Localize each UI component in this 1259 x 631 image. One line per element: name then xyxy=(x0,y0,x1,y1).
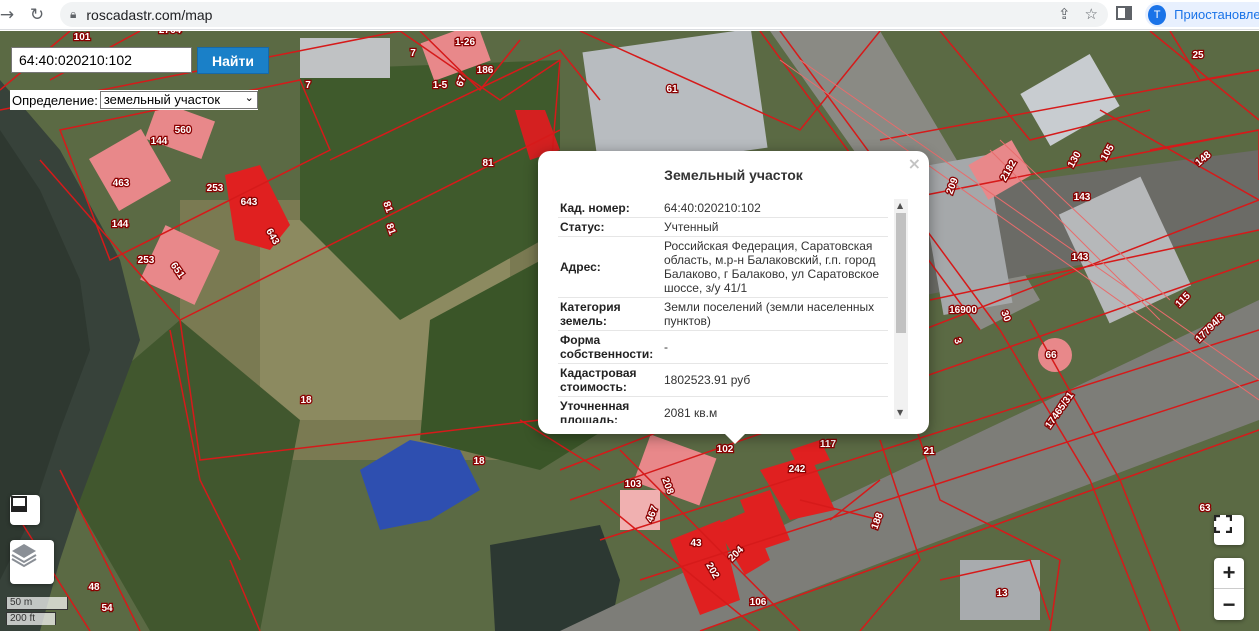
chevron-down-icon: ⌄ xyxy=(244,91,254,104)
parcel-number-label: 54 xyxy=(101,603,113,614)
url-text: roscadastr.com/map xyxy=(86,6,213,23)
parcel-number-label: 1-5 xyxy=(433,80,448,91)
info-row: Форма собственности: - xyxy=(558,330,888,364)
parcel-number-label: 242 xyxy=(789,464,806,475)
cadastral-search-input[interactable]: 64:40:020210:102 xyxy=(11,47,192,73)
info-key: Форма собственности: xyxy=(558,330,662,364)
info-value: 2081 кв.м xyxy=(662,396,888,423)
parcel-number-label: 43 xyxy=(690,538,702,549)
parcel-number-label: 643 xyxy=(241,197,258,208)
parcel-number-label: 7 xyxy=(410,48,416,59)
parcel-number-label: 81 xyxy=(482,158,494,169)
parcel-number-label: 117 xyxy=(820,439,837,450)
definition-label: Определение: xyxy=(12,92,98,108)
parcel-number-label: 253 xyxy=(207,183,224,194)
info-row: Кадастровая стоимость: 1802523.91 руб xyxy=(558,363,888,397)
layers-button[interactable] xyxy=(10,540,54,584)
parcel-number-label: 102 xyxy=(717,444,734,455)
parcel-info-table: Кад. номер: 64:40:020210:102 Статус: Учтенн… xyxy=(558,199,888,423)
browser-toolbar: → ↻ 🔒︎ roscadastr.com/map ⇪ ☆ T Приостан… xyxy=(0,0,1259,30)
zoom-out-button[interactable]: − xyxy=(1214,589,1244,620)
info-key: Адрес: xyxy=(558,236,662,298)
info-key: Кадастровая стоимость: xyxy=(558,363,662,397)
parcel-number-label: 103 xyxy=(625,479,642,490)
layers-icon xyxy=(11,544,37,568)
definition-select[interactable]: земельный участок ⌄ xyxy=(99,91,258,109)
info-value: 64:40:020210:102 xyxy=(662,199,888,218)
parcel-number-label: 106 xyxy=(750,597,767,608)
info-key: Статус: xyxy=(558,217,662,237)
avatar: T xyxy=(1148,4,1167,25)
side-panel-icon[interactable] xyxy=(1116,6,1132,20)
parcel-number-label: 7 xyxy=(305,80,311,91)
address-bar[interactable]: 🔒︎ roscadastr.com/map ⇪ ☆ xyxy=(60,2,1108,27)
parcel-number-label: 1-26 xyxy=(455,37,475,48)
bookmark-star-icon[interactable]: ☆ xyxy=(1085,5,1098,23)
info-value: 1802523.91 руб xyxy=(662,363,888,397)
info-row: Статус: Учтенный xyxy=(558,217,888,237)
info-value: Земли поселений (земли населенных пункто… xyxy=(662,297,888,331)
info-row: Адрес: Российская Федерация, Саратовская … xyxy=(558,236,888,298)
scale-feet: 200 ft xyxy=(6,612,56,625)
ruler-button[interactable] xyxy=(10,495,40,525)
forward-arrow-icon[interactable]: → xyxy=(0,2,20,28)
scale-meters: 50 m xyxy=(6,597,68,610)
definition-panel: Определение: земельный участок ⌄ xyxy=(10,90,258,110)
scroll-up-icon[interactable]: ▲ xyxy=(897,201,903,210)
scroll-down-icon[interactable]: ▼ xyxy=(897,408,903,417)
fullscreen-button[interactable] xyxy=(1214,515,1244,545)
zoom-in-button[interactable]: + xyxy=(1214,558,1244,589)
profile-status: Приостановлено xyxy=(1174,7,1259,22)
popup-content[interactable]: Кад. номер: 64:40:020210:102 Статус: Учтенн… xyxy=(558,199,908,423)
popup-scrollbar[interactable]: ▲ ▼ xyxy=(894,199,908,419)
profile-button[interactable]: T Приостановлено xyxy=(1145,2,1259,27)
parcel-number-label: 61 xyxy=(666,84,678,95)
scroll-thumb[interactable] xyxy=(896,213,906,333)
definition-selected: земельный участок xyxy=(103,92,221,107)
info-row: Уточненная площадь: 2081 кв.м xyxy=(558,396,888,423)
share-icon[interactable]: ⇪ xyxy=(1058,5,1071,23)
info-value: - xyxy=(662,330,888,364)
info-value: Российская Федерация, Саратовская област… xyxy=(662,236,888,298)
info-key: Категория земель: xyxy=(558,297,662,331)
parcel-number-label: 25 xyxy=(1192,50,1204,61)
fullscreen-icon xyxy=(1214,515,1232,533)
parcel-number-label: 18 xyxy=(300,395,312,406)
parcel-number-label: 143 xyxy=(1072,252,1089,263)
parcel-number-label: 63 xyxy=(1199,503,1211,514)
parcel-number-label: 13 xyxy=(996,588,1008,599)
parcel-number-label: 560 xyxy=(175,125,192,136)
parcel-number-label: 186 xyxy=(477,65,494,76)
parcel-number-label: 143 xyxy=(1074,192,1091,203)
parcel-info-popup: × Земельный участок Кад. номер: 64:40:020… xyxy=(538,151,929,444)
search-button[interactable]: Найти xyxy=(197,47,269,74)
parcel-number-label: 253 xyxy=(138,255,155,266)
parcel-number-label: 2764 xyxy=(159,31,182,36)
parcel-number-label: 16900 xyxy=(949,305,977,316)
info-key: Кад. номер: xyxy=(558,199,662,218)
info-row: Кад. номер: 64:40:020210:102 xyxy=(558,199,888,218)
parcel-number-label: 48 xyxy=(88,582,100,593)
info-value: Учтенный xyxy=(662,217,888,237)
info-row: Категория земель: Земли поселений (земли … xyxy=(558,297,888,331)
parcel-number-label: 144 xyxy=(112,219,129,230)
parcel-number-label: 18 xyxy=(473,456,485,467)
ruler-icon xyxy=(11,496,27,512)
parcel-number-label: 21 xyxy=(923,446,935,457)
parcel-number-label: 463 xyxy=(113,178,130,189)
reload-icon[interactable]: ↻ xyxy=(24,2,50,28)
parcel-number-label: 144 xyxy=(151,136,168,147)
lock-icon: 🔒︎ xyxy=(70,7,77,21)
popup-title: Земельный участок xyxy=(664,167,803,183)
zoom-control: + − xyxy=(1214,558,1244,620)
parcel-number-label: 66 xyxy=(1045,350,1057,361)
parcel-number-label: 101 xyxy=(74,32,91,43)
info-key: Уточненная площадь: xyxy=(558,396,662,423)
